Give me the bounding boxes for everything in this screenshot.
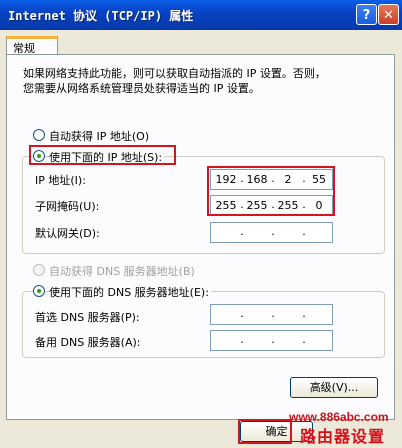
advanced-button[interactable]: 高级(V)... — [290, 377, 378, 398]
close-button[interactable]: ✕ — [378, 4, 399, 25]
description-text: 如果网络支持此功能，则可以获取自动指派的 IP 设置。否则， 您需要从网络系统管… — [23, 67, 326, 95]
tab-general[interactable]: 常规 — [6, 36, 58, 55]
manual-dns-radio[interactable] — [33, 285, 45, 297]
alternate-dns-label: 备用 DNS 服务器(A): — [35, 336, 141, 349]
window-title: Internet 协议 (TCP/IP) 属性 — [8, 9, 194, 23]
alternate-dns-field[interactable]: ... — [210, 330, 333, 351]
auto-dns-label: 自动获得 DNS 服务器地址(B) — [49, 265, 195, 278]
watermark-url: www.886abc.com — [289, 410, 389, 424]
subnet-mask-label: 子网掩码(U): — [35, 200, 100, 213]
preferred-dns-field[interactable]: ... — [210, 304, 333, 325]
auto-ip-label[interactable]: 自动获得 IP 地址(O) — [49, 128, 149, 144]
help-button[interactable]: ? — [356, 4, 377, 25]
highlight-manual-ip — [29, 145, 176, 165]
ip-address-label: IP 地址(I): — [35, 174, 86, 187]
preferred-dns-label: 首选 DNS 服务器(P): — [35, 311, 140, 324]
gateway-field[interactable]: ... — [210, 222, 333, 243]
dialog-window: Internet 协议 (TCP/IP) 属性 ? ✕ 常规 如果网络支持此功能… — [0, 0, 402, 448]
gateway-label: 默认网关(D): — [35, 227, 100, 240]
auto-ip-radio[interactable] — [33, 129, 45, 141]
highlight-ip-fields — [207, 166, 335, 216]
manual-dns-label[interactable]: 使用下面的 DNS 服务器地址(E): — [49, 284, 211, 300]
watermark-name: 路由器设置 — [300, 427, 386, 446]
title-bar[interactable]: Internet 协议 (TCP/IP) 属性 ? ✕ — [0, 0, 402, 30]
auto-dns-radio — [33, 264, 45, 276]
radio-selected-dot — [37, 289, 41, 293]
highlight-ok-button — [238, 419, 292, 444]
